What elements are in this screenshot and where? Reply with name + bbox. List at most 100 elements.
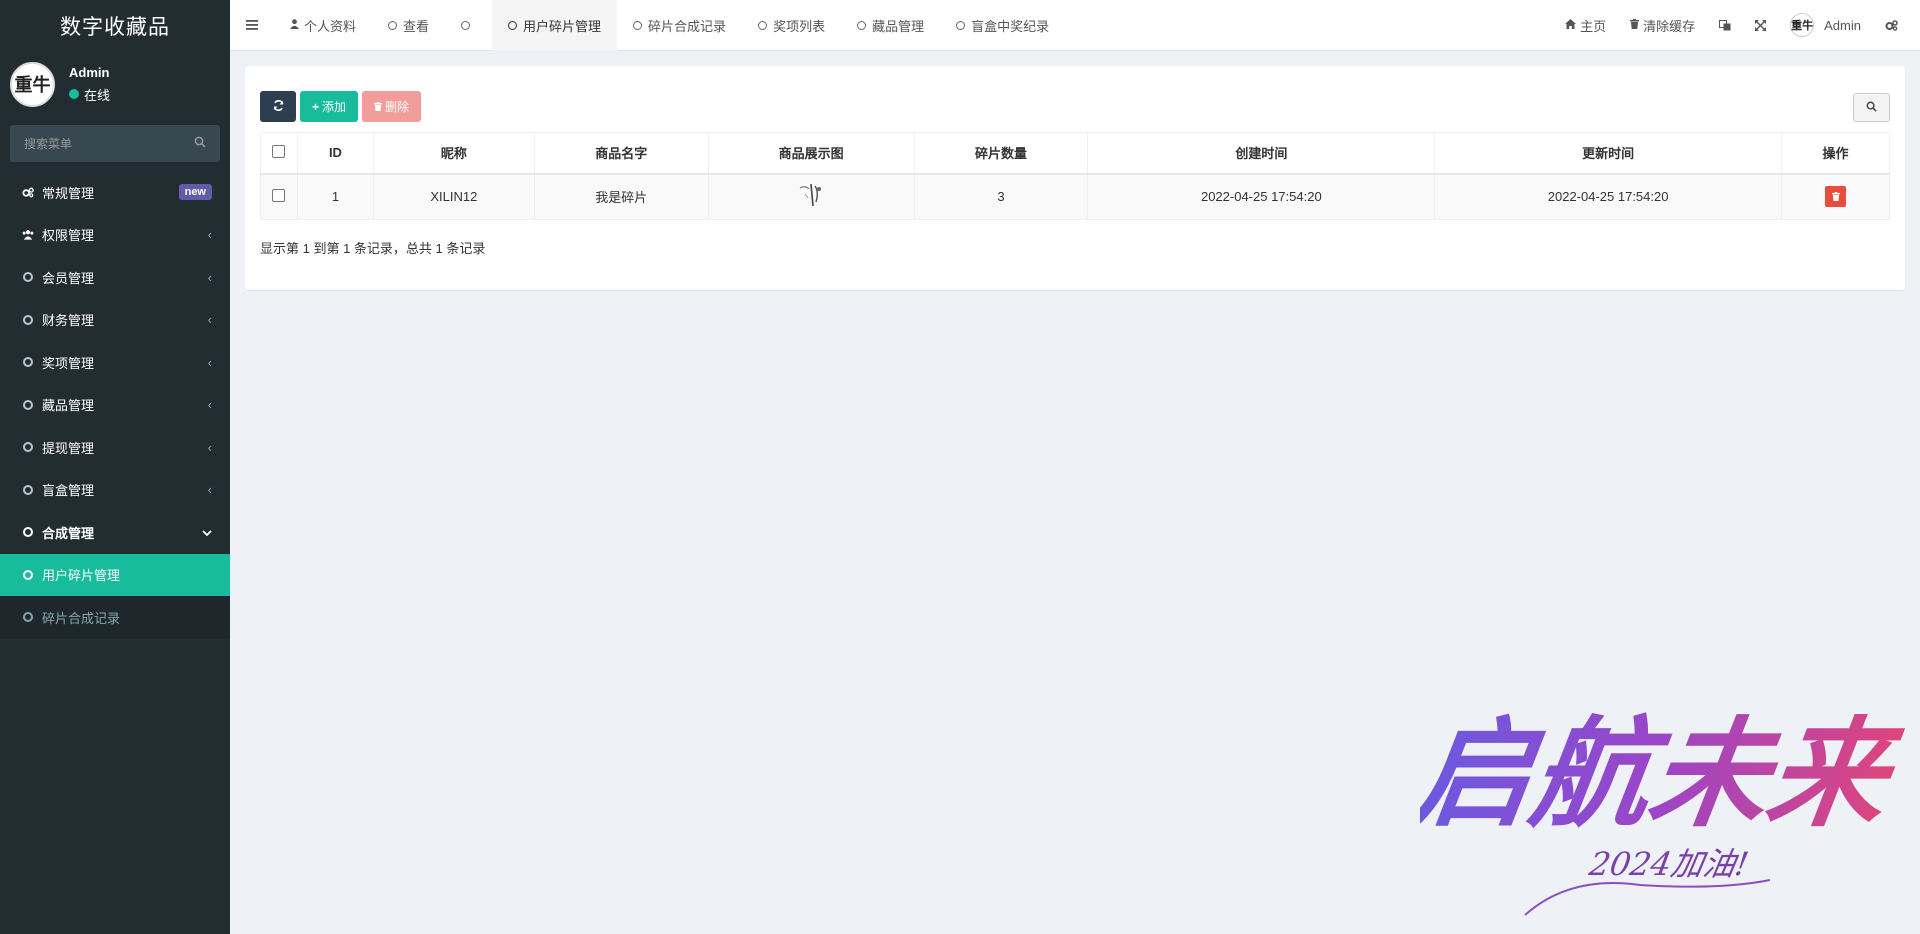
column-header[interactable]: 碎片数量 xyxy=(913,132,1089,175)
sidebar-item-label: 藏品管理 xyxy=(42,398,95,414)
trash-icon xyxy=(1630,18,1640,32)
user-icon xyxy=(290,18,299,32)
tab-user-fragments[interactable]: 用户碎片管理 xyxy=(492,0,618,51)
menu-toggle-icon[interactable] xyxy=(230,0,274,51)
sidebar-item-label: 碎片合成记录 xyxy=(42,610,121,626)
sidebar-item-awards[interactable]: 奖项管理 ‹ xyxy=(0,341,230,384)
column-header[interactable]: 更新时间 xyxy=(1434,132,1782,175)
tab-untitled[interactable] xyxy=(445,0,492,51)
user-panel: 重牛 Admin 在线 xyxy=(0,51,230,117)
tab-view[interactable]: 查看 xyxy=(372,0,445,51)
sidebar-item-label: 合成管理 xyxy=(42,525,95,541)
column-header[interactable]: ID xyxy=(296,132,374,175)
translate-icon[interactable] xyxy=(1707,19,1743,31)
tab-blindbox-records[interactable]: 盲盒中奖纪录 xyxy=(940,0,1065,51)
sidebar-item-label: 权限管理 xyxy=(42,228,95,244)
search-icon xyxy=(1866,101,1877,115)
settings-cogs-icon[interactable] xyxy=(1873,19,1910,31)
pagination-info: 显示第 1 到第 1 条记录，总共 1 条记录 xyxy=(260,241,486,256)
cell-fragment-count: 3 xyxy=(913,173,1089,220)
column-header[interactable]: 创建时间 xyxy=(1087,132,1436,175)
circle-icon xyxy=(508,20,518,30)
chevron-left-icon: ‹ xyxy=(207,269,212,285)
circle-icon xyxy=(22,484,34,495)
circle-icon xyxy=(633,20,643,30)
top-right-actions: 主页 清除缓存 重牛 Admin xyxy=(1553,0,1920,51)
chevron-left-icon: ‹ xyxy=(207,354,212,370)
tab-label: 碎片合成记录 xyxy=(648,18,727,34)
fragments-table: ID 昵称 商品名字 商品展示图 碎片数量 创建时间 更新时间 操作 1 XIL… xyxy=(260,132,1890,220)
sidebar-item-permission[interactable]: 权限管理 ‹ xyxy=(0,214,230,257)
circle-icon xyxy=(857,20,867,30)
trash-icon xyxy=(374,100,383,114)
circle-icon xyxy=(22,442,34,453)
sidebar-item-collections[interactable]: 藏品管理 ‹ xyxy=(0,384,230,427)
refresh-button[interactable] xyxy=(260,91,296,122)
circle-icon xyxy=(22,314,34,325)
plus-icon: + xyxy=(312,99,320,114)
tab-award-list[interactable]: 奖项列表 xyxy=(742,0,841,51)
chevron-left-icon: ‹ xyxy=(207,397,212,413)
column-header[interactable]: 昵称 xyxy=(372,132,535,175)
clear-cache-button[interactable]: 清除缓存 xyxy=(1618,16,1707,35)
home-link[interactable]: 主页 xyxy=(1553,16,1618,35)
tab-label: 藏品管理 xyxy=(872,18,925,34)
watermark-sub-text: 2024加油! xyxy=(1586,845,1752,883)
cell-actions xyxy=(1781,173,1890,220)
user-status: 在线 xyxy=(69,85,110,104)
tab-profile[interactable]: 个人资料 xyxy=(274,0,372,51)
tab-label: 盲盒中奖纪录 xyxy=(971,18,1050,34)
chevron-left-icon: ‹ xyxy=(207,439,212,455)
sidebar-item-member[interactable]: 会员管理 ‹ xyxy=(0,256,230,299)
delete-button[interactable]: 删除 xyxy=(362,91,422,122)
table-row[interactable]: 1 XILIN12 我是碎片 3 2022-04-25 17:54:20 202… xyxy=(260,173,1890,220)
column-header[interactable]: 商品展示图 xyxy=(707,132,915,175)
sidebar-item-finance[interactable]: 财务管理 ‹ xyxy=(0,299,230,342)
fullscreen-icon[interactable] xyxy=(1743,19,1778,31)
sidebar-item-label: 奖项管理 xyxy=(42,355,95,371)
circle-icon xyxy=(22,357,34,368)
sidebar-item-label: 会员管理 xyxy=(42,270,95,286)
tab-label: 查看 xyxy=(403,18,430,34)
watermark-logo: 启航未来 2024加油! xyxy=(1405,665,1920,925)
cell-updated-time: 2022-04-25 17:54:20 xyxy=(1434,173,1782,220)
sidebar-item-synthesis[interactable]: 合成管理 xyxy=(0,511,230,554)
chevron-left-icon: ‹ xyxy=(207,482,212,498)
add-label: 添加 xyxy=(322,100,347,114)
user-status-label: 在线 xyxy=(84,87,111,103)
search-icon[interactable] xyxy=(194,136,206,151)
clear-cache-label: 清除缓存 xyxy=(1643,18,1696,34)
tab-collections[interactable]: 藏品管理 xyxy=(841,0,940,51)
trash-icon xyxy=(1831,192,1840,202)
row-checkbox[interactable] xyxy=(272,188,286,202)
search-toggle-button[interactable] xyxy=(1853,93,1890,122)
sidebar-item-general[interactable]: 常规管理 new xyxy=(0,171,230,214)
product-thumbnail[interactable] xyxy=(797,180,825,210)
add-button[interactable]: + 添加 xyxy=(300,91,359,122)
table-header-row: ID 昵称 商品名字 商品展示图 碎片数量 创建时间 更新时间 操作 xyxy=(260,132,1890,175)
sidebar-item-label: 盲盒管理 xyxy=(42,483,95,499)
column-header[interactable]: 商品名字 xyxy=(533,132,709,175)
brand-title[interactable]: 数字收藏品 xyxy=(0,0,230,51)
select-all-checkbox[interactable] xyxy=(272,144,286,158)
sidebar-item-user-fragments[interactable]: 用户碎片管理 xyxy=(0,553,230,596)
tab-bar: 个人资料 查看 用户碎片管理 碎片合成记录 奖项列表 藏品管理 盲盒中奖纪录 xyxy=(274,0,1065,51)
menu-search-input[interactable]: 搜索菜单 xyxy=(10,125,220,162)
user-name: Admin xyxy=(69,64,110,80)
admin-user-menu[interactable]: 重牛 Admin xyxy=(1778,13,1873,37)
avatar: 重牛 xyxy=(10,61,55,107)
top-navbar: 个人资料 查看 用户碎片管理 碎片合成记录 奖项列表 藏品管理 盲盒中奖纪录 主… xyxy=(230,0,1920,51)
circle-icon xyxy=(22,612,34,623)
sidebar-item-blindbox[interactable]: 盲盒管理 ‹ xyxy=(0,469,230,512)
tab-label: 奖项列表 xyxy=(773,18,826,34)
chevron-down-icon xyxy=(202,525,212,540)
watermark-main-text: 启航未来 xyxy=(1420,705,1909,843)
tab-fragment-synthesis-records[interactable]: 碎片合成记录 xyxy=(617,0,742,51)
avatar: 重牛 xyxy=(1790,13,1815,37)
home-label: 主页 xyxy=(1580,18,1607,34)
sidebar-item-withdraw[interactable]: 提现管理 ‹ xyxy=(0,426,230,469)
row-select-cell xyxy=(260,173,298,220)
cell-id: 1 xyxy=(296,173,374,220)
sidebar-item-fragment-synthesis-records[interactable]: 碎片合成记录 xyxy=(0,596,230,639)
row-delete-button[interactable] xyxy=(1825,186,1846,208)
